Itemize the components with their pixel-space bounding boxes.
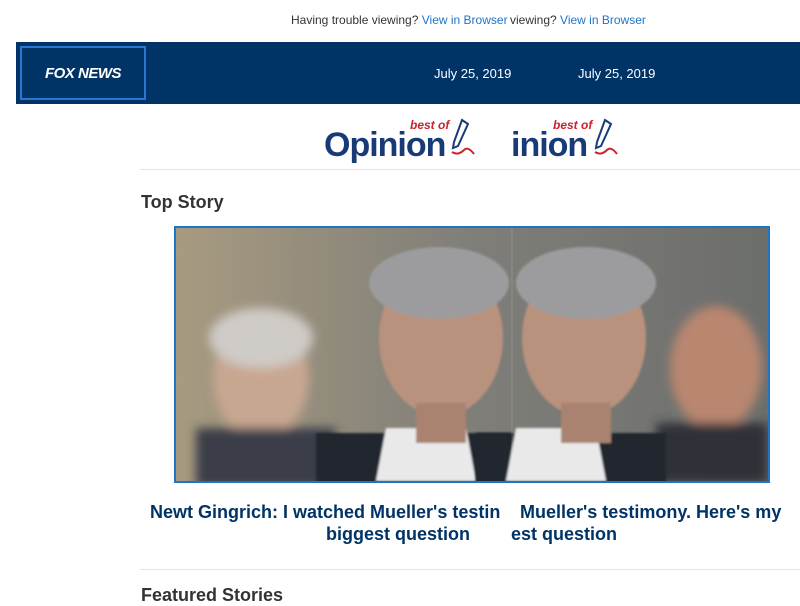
logo-text: FOX NEWS [44, 64, 122, 82]
headline-line2[interactable]: biggest question [326, 524, 478, 545]
email-header: FOX NEWS July 25, 2019 July 25, 2019 [16, 42, 800, 104]
view-in-browser-link[interactable]: View in Browser [422, 13, 508, 27]
view-in-browser-link-duplicate[interactable]: View in Browser [560, 13, 646, 27]
best-of-tag: best of [410, 118, 450, 132]
header-date-duplicate: July 25, 2019 [578, 66, 656, 81]
fox-news-logo[interactable]: FOX NEWS [20, 46, 146, 100]
top-story-photo [176, 228, 768, 481]
header-date: July 25, 2019 [434, 66, 512, 81]
featured-stories-heading: Featured Stories [141, 585, 284, 605]
top-story-image[interactable] [174, 226, 770, 483]
pen-icon-duplicate [594, 118, 618, 155]
preheader-text-duplicate: viewing? [510, 13, 557, 27]
headline-line2-duplicate[interactable]: est question [511, 524, 621, 545]
opinion-logo: Opinion best of [322, 116, 478, 166]
opinion-logo-duplicate: inion best of [511, 116, 621, 166]
headline-line1[interactable]: Newt Gingrich: I watched Mueller's testi… [150, 502, 513, 523]
preheader-right: viewing? View in Browser [510, 13, 670, 27]
headline-line1-duplicate[interactable]: Mueller's testimony. Here's my [520, 502, 798, 523]
top-story-heading: Top Story [141, 192, 224, 212]
divider [140, 569, 800, 570]
pen-icon [451, 118, 475, 155]
preheader-text: Having trouble viewing? [291, 13, 419, 27]
best-of-opinion-banner: Opinion best of inion best of [0, 116, 800, 166]
preheader: Having trouble viewing? View in Browser … [0, 13, 800, 29]
preheader-left: Having trouble viewing? View in Browser [291, 13, 510, 27]
top-story-headline[interactable]: Newt Gingrich: I watched Mueller's testi… [0, 500, 800, 548]
divider [140, 169, 800, 170]
best-of-tag-duplicate: best of [553, 118, 593, 132]
